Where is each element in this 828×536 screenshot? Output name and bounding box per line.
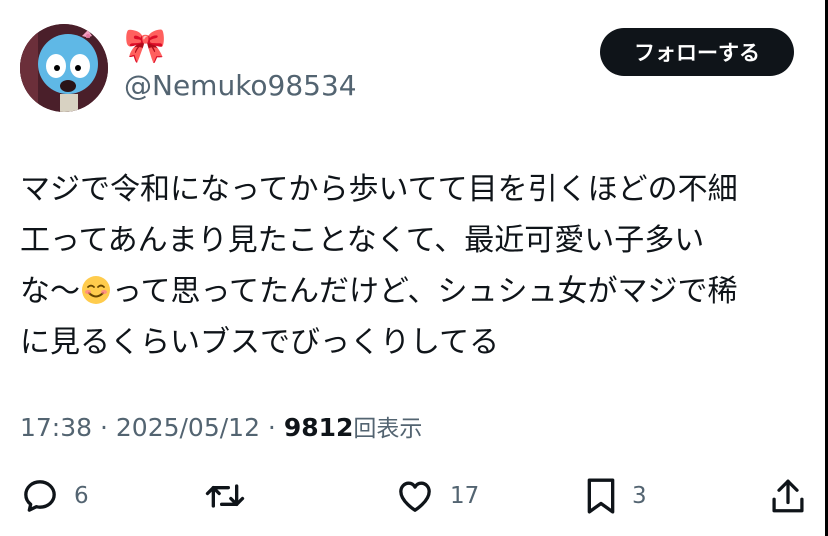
views-label: 回表示 bbox=[353, 416, 423, 442]
reply-count: 6 bbox=[74, 483, 89, 509]
tweet-text: マジで令和になってから歩いてて目を引くほどの不細 工ってあんまり見たことなくて、… bbox=[20, 164, 820, 368]
user-handle[interactable]: @Nemuko98534 bbox=[124, 68, 357, 104]
follow-button[interactable]: フォローする bbox=[600, 28, 794, 76]
tweet-text-segment: って思ってたんだけど、シュシュ女がマジで稀 bbox=[112, 274, 738, 309]
bookmark-icon bbox=[587, 478, 615, 514]
share-button[interactable] bbox=[770, 474, 806, 518]
tweet-line-3: な〜 って思ってたんだけど、シュシュ女がマジで稀 bbox=[20, 266, 820, 317]
tweet-meta: 17:38 · 2025/05/12 · 9812回表示 bbox=[20, 410, 422, 447]
bookmark-count: 3 bbox=[632, 483, 647, 509]
repost-icon bbox=[205, 484, 245, 508]
tweet-line-4: に見るくらいブスでびっくりしてる bbox=[20, 325, 500, 360]
tweet-line-2: 工ってあんまり見たことなくて、最近可愛い子多い bbox=[20, 223, 705, 258]
reply-button[interactable]: 6 bbox=[20, 474, 89, 518]
like-count: 17 bbox=[450, 483, 480, 509]
tweet-line-1: マジで令和になってから歩いてて目を引くほどの不細 bbox=[20, 172, 738, 207]
display-name[interactable]: 🎀 bbox=[124, 26, 166, 66]
reply-icon bbox=[24, 480, 56, 512]
smiling-face-emoji-icon bbox=[82, 276, 110, 304]
views-count: 9812 bbox=[283, 413, 354, 442]
meta-separator: · bbox=[92, 413, 116, 442]
heart-icon bbox=[399, 481, 431, 512]
meta-separator: · bbox=[259, 413, 284, 442]
repost-button[interactable] bbox=[202, 474, 262, 518]
tweet-date[interactable]: 2025/05/12 bbox=[116, 413, 260, 442]
tweet-time[interactable]: 17:38 bbox=[20, 413, 92, 442]
share-icon bbox=[772, 479, 804, 513]
bookmark-button[interactable]: 3 bbox=[584, 474, 647, 518]
tweet-page: 🎀 @Nemuko98534 フォローする マジで令和になってから歩いてて目を引… bbox=[0, 0, 828, 536]
avatar-image bbox=[20, 24, 108, 112]
avatar[interactable] bbox=[20, 24, 108, 112]
like-button[interactable]: 17 bbox=[394, 474, 479, 518]
tweet-text-segment: な〜 bbox=[20, 274, 80, 309]
